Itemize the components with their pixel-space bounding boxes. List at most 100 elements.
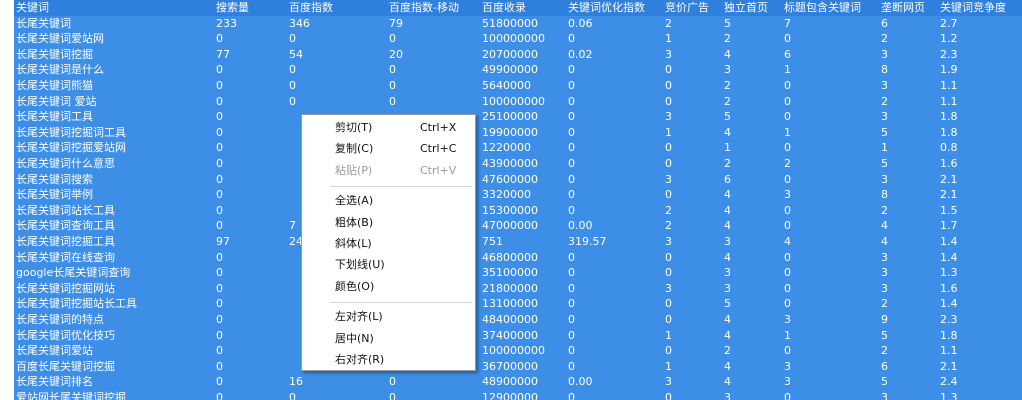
table-cell[interactable]: 百度长尾关键词挖掘	[14, 358, 214, 375]
table-cell[interactable]: 0	[214, 312, 287, 328]
column-header[interactable]: 关键词竞争度	[938, 0, 1022, 16]
table-cell[interactable]: 0	[782, 249, 879, 266]
table-cell[interactable]: 0	[566, 280, 663, 297]
table-cell[interactable]: 0	[566, 358, 663, 375]
table-cell[interactable]: 3320000	[480, 187, 566, 203]
table-cell[interactable]: 3	[782, 374, 879, 390]
table-cell[interactable]: 36700000	[480, 358, 566, 375]
column-header[interactable]: 百度指数-移动	[387, 0, 480, 16]
table-cell[interactable]: 6	[879, 15, 938, 32]
table-cell[interactable]: 100000000	[480, 93, 566, 110]
table-cell[interactable]: 9	[879, 312, 938, 328]
table-cell[interactable]: 1	[879, 140, 938, 156]
table-cell[interactable]: 3	[879, 249, 938, 266]
table-cell[interactable]: 0	[387, 390, 480, 400]
table-cell[interactable]: 0	[566, 171, 663, 188]
table-cell[interactable]: 2	[663, 15, 722, 32]
table-cell[interactable]: 2	[879, 343, 938, 359]
table-cell[interactable]: 319.57	[566, 234, 663, 250]
table-cell[interactable]: 0	[782, 265, 879, 281]
table-cell[interactable]: 1.6	[938, 280, 1022, 297]
table-cell[interactable]: 16	[287, 374, 387, 390]
table-cell[interactable]: 长尾关键词爱站网	[14, 31, 214, 47]
table-cell[interactable]: 6	[722, 171, 782, 188]
table-cell[interactable]: 0	[214, 187, 287, 203]
table-cell[interactable]: 5640000	[480, 78, 566, 94]
table-row[interactable]: 长尾关键词查询工具 0 7 47000000 0.00 2 4 0 4 1.7	[0, 218, 1022, 234]
table-cell[interactable]: 2	[879, 202, 938, 219]
table-cell[interactable]: 3	[879, 265, 938, 281]
table-cell[interactable]: 0	[663, 312, 722, 328]
table-cell[interactable]: 1.8	[938, 124, 1022, 141]
table-cell[interactable]: 长尾关键词爱站	[14, 343, 214, 359]
table-row[interactable]: 长尾关键词挖掘词工具 0 19900000 0 1 4 1 5 1.8	[0, 124, 1022, 141]
table-row[interactable]: 长尾关键词优化技巧 0 37400000 0 1 4 1 5 1.8	[0, 327, 1022, 344]
table-cell[interactable]: 1	[722, 140, 782, 156]
table-cell[interactable]: 3	[782, 312, 879, 328]
table-cell[interactable]: 0	[663, 265, 722, 281]
table-cell[interactable]: 0	[387, 93, 480, 110]
table-cell[interactable]: 长尾关键词挖掘词工具	[14, 124, 214, 141]
table-cell[interactable]: 1.4	[938, 249, 1022, 266]
table-cell[interactable]: 4	[722, 46, 782, 63]
table-cell[interactable]: 1.2	[938, 31, 1022, 47]
table-cell[interactable]: 49900000	[480, 62, 566, 78]
table-cell[interactable]: 0	[387, 78, 480, 94]
table-cell[interactable]: 长尾关键词排名	[14, 374, 214, 390]
table-cell[interactable]: 长尾关键词挖掘站长工具	[14, 296, 214, 312]
table-cell[interactable]: 长尾关键词查询工具	[14, 218, 214, 234]
table-cell[interactable]: 1.9	[938, 62, 1022, 78]
header-row[interactable]: 关键词 搜索量 百度指数 百度指数-移动 百度收录 关键词优化指数 竞价广告 独立首页 标题包含…	[0, 0, 1022, 16]
table-cell[interactable]: 3	[722, 62, 782, 78]
table-row[interactable]: 长尾关键词熊猫 0 0 0 5640000 0 0 2 0 3 1.1	[0, 78, 1022, 94]
table-cell[interactable]: 35100000	[480, 265, 566, 281]
table-cell[interactable]: 3	[663, 109, 722, 125]
table-cell[interactable]: 0	[287, 31, 387, 47]
table-cell[interactable]: 54	[287, 46, 387, 63]
column-header[interactable]: 关键词优化指数	[566, 0, 663, 16]
table-cell[interactable]: 0	[782, 31, 879, 47]
table-cell[interactable]: 1	[663, 327, 722, 344]
table-cell[interactable]: 0	[566, 124, 663, 141]
table-cell[interactable]: 2	[879, 31, 938, 47]
table-cell[interactable]: 37400000	[480, 327, 566, 344]
table-row[interactable]: 长尾关键词挖掘爱站网 0 1220000 0 0 1 0 1 0.8	[0, 140, 1022, 156]
table-row[interactable]: 长尾关键词的特点 0 48400000 0 0 4 3 9 2.3	[0, 312, 1022, 328]
table-cell[interactable]: 0	[782, 171, 879, 188]
table-row[interactable]: 长尾关键词爱站网 0 0 0 100000000 0 1 2 0 2 1.2	[0, 31, 1022, 47]
table-row[interactable]: 长尾关键词挖掘 77 54 20 20700000 0.02 3 4 6 3 2.3	[0, 46, 1022, 63]
table-cell[interactable]: 2	[722, 31, 782, 47]
table-cell[interactable]: 0	[566, 390, 663, 400]
table-cell[interactable]: 3	[879, 46, 938, 63]
table-cell[interactable]: 5	[879, 327, 938, 344]
table-cell[interactable]: 0.00	[566, 374, 663, 390]
menu-item[interactable]: 居中(N)	[302, 329, 475, 349]
table-cell[interactable]: 0	[782, 280, 879, 297]
table-cell[interactable]: 长尾关键词	[14, 15, 214, 32]
column-header[interactable]: 百度收录	[480, 0, 566, 16]
table-cell[interactable]: 长尾关键词挖掘爱站网	[14, 140, 214, 156]
table-cell[interactable]: 长尾关键词熊猫	[14, 78, 214, 94]
table-cell[interactable]: 长尾关键词举例	[14, 187, 214, 203]
table-row[interactable]: 长尾关键词 爱站 0 0 0 100000000 0 0 2 0 2 1.1	[0, 93, 1022, 110]
table-cell[interactable]: 1.6	[938, 156, 1022, 172]
table-cell[interactable]: 3	[879, 280, 938, 297]
table-cell[interactable]: 2	[722, 93, 782, 110]
table-cell[interactable]: 3	[879, 109, 938, 125]
table-cell[interactable]: 3	[782, 187, 879, 203]
table-cell[interactable]: 0	[214, 327, 287, 344]
column-header[interactable]: 搜索量	[214, 0, 287, 16]
table-cell[interactable]: 0	[782, 140, 879, 156]
table-cell[interactable]: 0	[287, 62, 387, 78]
table-cell[interactable]: 2	[722, 156, 782, 172]
table-cell[interactable]: 长尾关键词优化技巧	[14, 327, 214, 344]
table-row[interactable]: 长尾关键词举例 0 3320000 0 0 4 3 8 2.1	[0, 187, 1022, 203]
table-cell[interactable]: 爱站网长尾关键词挖掘	[14, 390, 214, 400]
table-row[interactable]: 长尾关键词排名 0 16 0 48900000 0.00 3 4 3 5 2.4	[0, 374, 1022, 390]
menu-item[interactable]: 斜体(L)	[302, 234, 475, 254]
table-cell[interactable]: 1.1	[938, 93, 1022, 110]
table-cell[interactable]: 0	[782, 202, 879, 219]
table-cell[interactable]: 3	[879, 78, 938, 94]
table-cell[interactable]: 0	[287, 78, 387, 94]
table-cell[interactable]: 长尾关键词挖掘	[14, 46, 214, 63]
